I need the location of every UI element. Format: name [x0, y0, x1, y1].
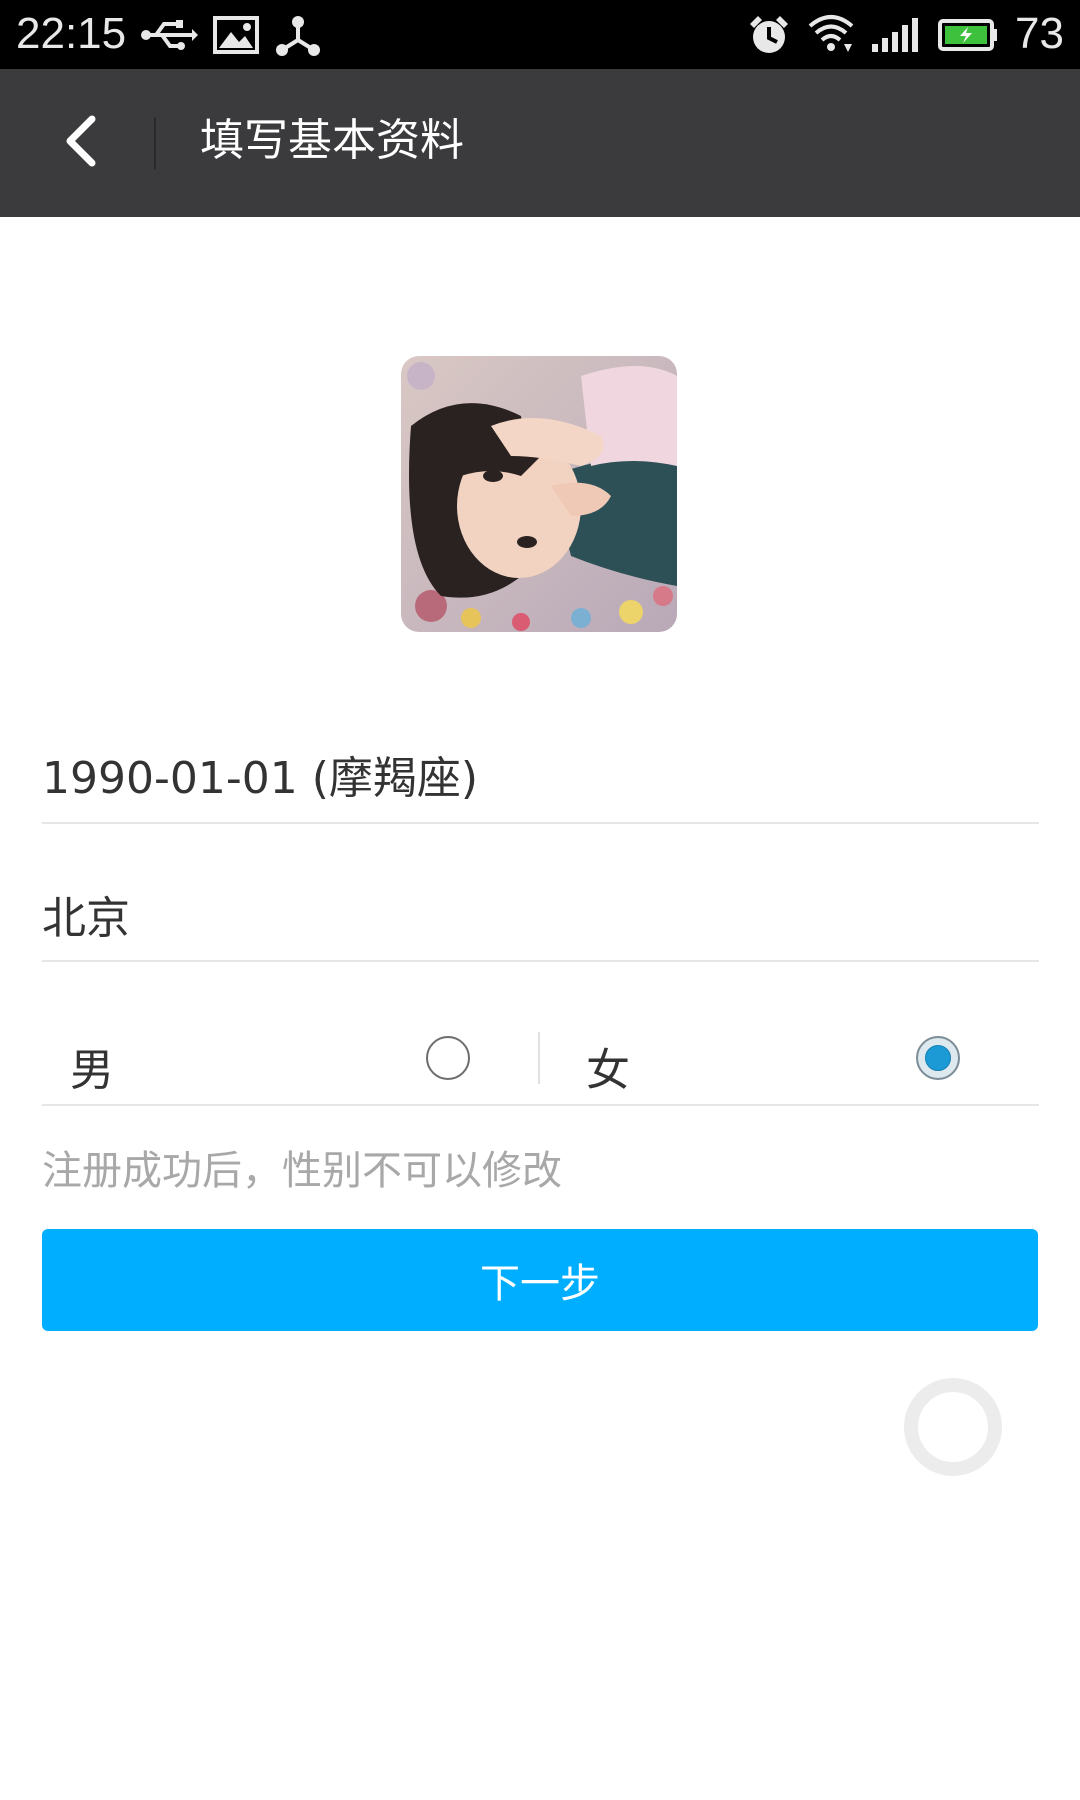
next-button-label: 下一步: [480, 1261, 600, 1307]
back-arrow-icon: [60, 113, 100, 173]
alarm-icon: [748, 14, 790, 60]
page-title: 填写基本资料: [200, 115, 464, 166]
gender-hint: 注册成功后，性别不可以修改: [42, 1148, 562, 1194]
gender-selector: 男 女: [42, 1000, 1039, 1106]
radio-selected-dot: [925, 1045, 951, 1071]
gender-female-label: 女: [586, 1045, 630, 1096]
avatar[interactable]: [401, 356, 677, 632]
signal-icon: [872, 16, 922, 56]
birthday-field[interactable]: 1990-01-01 (摩羯座): [42, 712, 1039, 824]
status-bar: 22:15 73: [0, 0, 1080, 69]
floating-assistive-button[interactable]: [904, 1378, 1002, 1476]
city-field[interactable]: 北京: [42, 850, 1039, 962]
next-button[interactable]: 下一步: [42, 1229, 1038, 1331]
back-button[interactable]: [40, 103, 120, 183]
female-radio[interactable]: [916, 1036, 960, 1080]
battery-level: 73: [1015, 9, 1064, 58]
usb-icon: [140, 18, 198, 56]
city-value: 北京: [42, 893, 130, 944]
male-radio[interactable]: [426, 1036, 470, 1080]
birthday-value: 1990-01-01 (摩羯座): [42, 753, 479, 804]
title-bar: 填写基本资料: [0, 69, 1080, 217]
gender-male-label: 男: [70, 1045, 114, 1096]
image-icon: [213, 16, 259, 58]
avatar-photo: [401, 356, 677, 632]
title-divider: [154, 117, 156, 169]
gender-option-male[interactable]: 男: [42, 1000, 538, 1104]
wifi-icon: [808, 14, 854, 58]
share-icon: [276, 14, 320, 60]
gender-option-female[interactable]: 女: [540, 1000, 1039, 1104]
battery-icon: [938, 18, 998, 56]
status-time: 22:15: [16, 9, 127, 58]
